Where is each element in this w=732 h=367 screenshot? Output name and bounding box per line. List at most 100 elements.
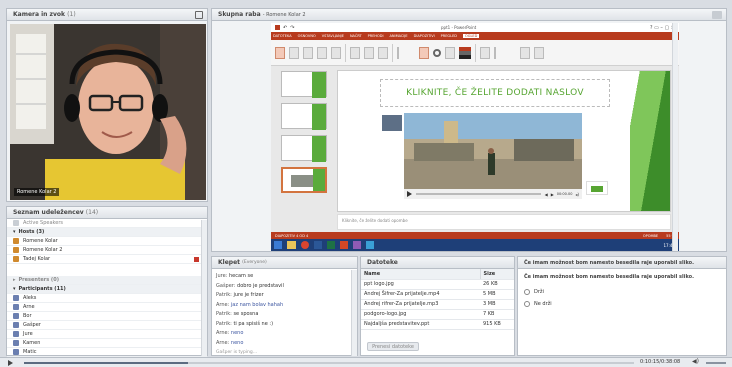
radio-button[interactable] xyxy=(524,301,530,307)
explorer-icon[interactable] xyxy=(287,241,296,249)
ribbon-tab-6[interactable]: DIAPOZITIVI xyxy=(414,34,435,38)
fit-window-icon[interactable] xyxy=(445,46,455,59)
volume-slider[interactable] xyxy=(706,362,726,364)
radio-button[interactable] xyxy=(524,289,530,295)
video-controls: ◀ ▶ 00:00.00 ◂) xyxy=(404,189,582,199)
start-icon[interactable] xyxy=(274,241,282,249)
ribbon-tab-1[interactable]: OSNOVNO xyxy=(298,34,316,38)
participants-group[interactable]: ▾ Participants (11) xyxy=(7,285,207,294)
ribbon-tab-5[interactable]: ANIMACIJE xyxy=(390,34,408,38)
ribbon-tab-0[interactable]: DATOTEKA xyxy=(273,34,292,38)
file-row[interactable]: podgoro-logo.jpg 7 KB xyxy=(361,309,514,320)
participant-row[interactable]: Gašper xyxy=(7,321,207,330)
word-icon[interactable] xyxy=(314,241,322,249)
col-name[interactable]: Name xyxy=(361,269,480,280)
ppt-titlebar: ↶ ↷ ppt1 - PowerPoint ? ▭ – ▢ ✕ xyxy=(271,23,679,32)
ribbon-tab-8[interactable]: OGLED xyxy=(463,34,480,38)
ribbon-tabs: DATOTEKA OSNOVNO VSTAVLJANJE NAČRT PREHO… xyxy=(271,32,679,40)
share-scrollbar[interactable] xyxy=(672,23,678,251)
sorter-view-icon[interactable] xyxy=(303,46,313,59)
participant-row[interactable]: Kamen xyxy=(7,339,207,348)
active-speakers-row[interactable]: Active Speakers xyxy=(7,219,207,228)
host-row[interactable]: Romene Kolar 2 xyxy=(7,246,207,255)
participant-row[interactable]: Matic xyxy=(7,348,207,357)
ruler-checkbox[interactable] xyxy=(397,46,415,59)
notes-view-icon[interactable] xyxy=(317,46,327,59)
participant-row[interactable]: Aleks xyxy=(7,294,207,303)
participant-row[interactable]: Arne xyxy=(7,303,207,312)
volume-icon[interactable]: ◂) xyxy=(575,192,579,197)
slide-thumb-4[interactable] xyxy=(281,167,327,193)
ribbon-tab-2[interactable]: VSTAVLJANJE xyxy=(322,34,344,38)
chat-message: Arne: neno xyxy=(216,339,353,349)
download-files-button[interactable]: Prenesi datoteke xyxy=(367,342,419,351)
normal-view-icon[interactable] xyxy=(275,46,285,59)
slide-logo xyxy=(586,181,608,195)
video-seek-bar[interactable] xyxy=(416,193,541,195)
hosts-group[interactable]: ▾ Hosts (3) xyxy=(7,228,207,237)
slide-video[interactable]: ◀ ▶ 00:00.00 ◂) xyxy=(404,113,582,199)
reading-view-icon[interactable] xyxy=(331,46,341,59)
expand-icon[interactable]: ▸ xyxy=(13,277,16,283)
search-icon[interactable] xyxy=(433,48,441,57)
slide-title: KLIKNITE, ČE ŽELITE DODATI NASLOV xyxy=(406,88,584,98)
browser-icon[interactable] xyxy=(301,241,309,249)
switch-window-icon[interactable] xyxy=(520,46,530,59)
share-menu-icon[interactable] xyxy=(712,11,722,19)
forward-icon[interactable]: ▶ xyxy=(551,192,554,197)
file-row[interactable]: Najdaljša predstavitev.ppt 915 KB xyxy=(361,319,514,330)
slide-thumb-3[interactable] xyxy=(281,135,327,162)
notes-button[interactable]: OPOMBE xyxy=(643,234,658,238)
collapse-icon[interactable]: ▾ xyxy=(13,229,16,235)
new-window-icon[interactable] xyxy=(480,46,490,59)
undo-icon[interactable]: ↶ xyxy=(283,25,287,31)
poll-option[interactable]: Ne drži xyxy=(518,298,726,310)
poll-option[interactable]: Drži xyxy=(518,286,726,298)
volume-icon[interactable]: ◀) xyxy=(692,358,699,365)
rewind-icon[interactable]: ◀ xyxy=(545,192,548,197)
chat-scrollbar[interactable] xyxy=(351,270,357,356)
ribbon-tab-3[interactable]: NAČRT xyxy=(350,34,362,38)
collapse-icon[interactable]: ▾ xyxy=(13,286,16,292)
presenters-group[interactable]: ▸ Presenters (0) xyxy=(7,276,207,285)
slide-thumb-2[interactable] xyxy=(281,103,327,130)
app-icon[interactable] xyxy=(353,241,361,249)
play-icon[interactable] xyxy=(8,360,13,366)
outline-view-icon[interactable] xyxy=(289,46,299,59)
file-row[interactable]: Andrej Šifrer-Za prijatelje.mp4 5 MB xyxy=(361,289,514,300)
notes-pane[interactable]: Kliknite, če želite dodati opombe xyxy=(337,214,671,230)
file-row[interactable]: ppt logo.jpg 26 KB xyxy=(361,279,514,290)
excel-icon[interactable] xyxy=(327,241,335,249)
taskbar: 17:45 xyxy=(271,239,679,251)
ribbon-tab-4[interactable]: PREHODI xyxy=(368,34,384,38)
save-icon[interactable] xyxy=(275,25,280,30)
participant-row[interactable]: Bor xyxy=(7,312,207,321)
chat-message: Arne: jaz nam bolav hahah xyxy=(216,301,353,311)
slide-master-icon[interactable] xyxy=(350,46,360,59)
zoom-icon[interactable] xyxy=(419,46,429,59)
macros-icon[interactable] xyxy=(534,46,544,59)
chat-message: Patrik: jure je frizer xyxy=(216,291,353,301)
ribbon-tab-7[interactable]: PREGLED xyxy=(441,34,457,38)
slide-thumb-1[interactable] xyxy=(281,71,327,98)
col-size[interactable]: Size xyxy=(479,269,514,280)
attendee-scrollbar[interactable] xyxy=(201,220,207,356)
participant-row[interactable]: Jure xyxy=(7,330,207,339)
file-size: 7 KB xyxy=(480,309,514,320)
host-row[interactable]: Tadej Kolar xyxy=(7,255,207,264)
host-row[interactable]: Romene Kolar xyxy=(7,237,207,246)
app-icon-2[interactable] xyxy=(366,241,374,249)
slide-title-box[interactable]: KLIKNITE, ČE ŽELITE DODATI NASLOV xyxy=(380,79,610,107)
file-row[interactable]: Andrej rifrer-Za prijatelje.mp3 3 MB xyxy=(361,299,514,310)
fullscreen-icon[interactable] xyxy=(195,11,203,19)
handout-master-icon[interactable] xyxy=(364,46,374,59)
arrange-icon[interactable] xyxy=(494,46,516,59)
file-name: podgoro-logo.jpg xyxy=(361,309,480,320)
color-icon[interactable] xyxy=(459,46,471,59)
redo-icon[interactable]: ↷ xyxy=(290,25,294,31)
play-icon[interactable] xyxy=(407,191,412,197)
powerpoint-icon[interactable] xyxy=(340,241,348,249)
notes-master-icon[interactable] xyxy=(378,46,388,59)
chat-text: ti pa spisiš ne :) xyxy=(233,320,274,327)
ribbon-divider xyxy=(345,43,346,62)
